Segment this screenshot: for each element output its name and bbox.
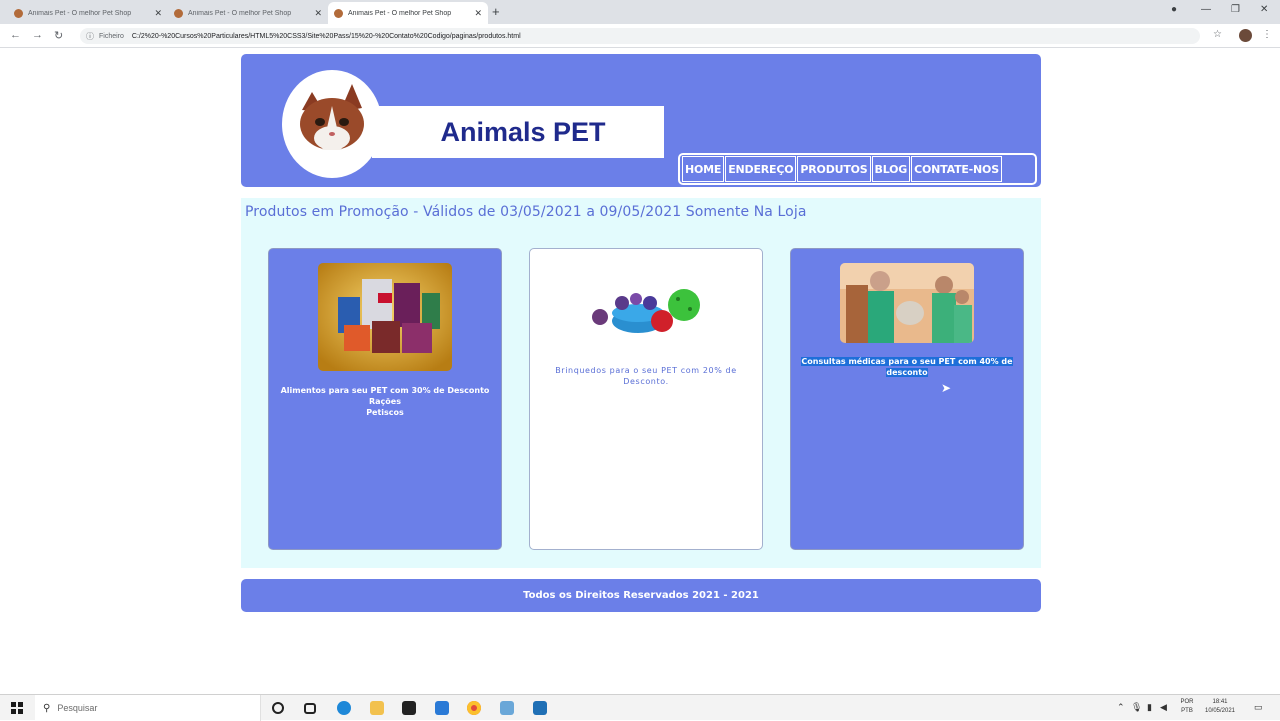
tab-title: Animais Pet - O melhor Pet Shop: [28, 9, 132, 17]
url-field[interactable]: ⓘ Ficheiro C:/2%20-%20Cursos%20Particula…: [80, 28, 1200, 44]
site-title-box: Animals PET: [372, 106, 664, 158]
language-indicator[interactable]: POR PTB: [1178, 698, 1196, 716]
file-explorer-icon[interactable]: [370, 701, 384, 715]
nav-produtos[interactable]: PRODUTOS: [797, 156, 871, 182]
pet-food-bags-image: [318, 263, 452, 371]
more-menu-icon[interactable]: ⋮: [1262, 29, 1272, 40]
tab-title: Animais Pet - O melhor Pet Shop: [348, 9, 452, 17]
task-view-icon[interactable]: [304, 703, 316, 714]
card-toys-line2: Desconto.: [623, 377, 669, 386]
windows-start-icon[interactable]: [11, 702, 23, 714]
products-section: Produtos em Promoção - Válidos de 03/05/…: [241, 198, 1041, 568]
selected-text: Consultas médicas para o seu PET com 40%…: [801, 357, 1013, 366]
site-title: Animals PET: [440, 116, 606, 147]
card-vet-text: Consultas médicas para o seu PET com 40%…: [795, 356, 1019, 378]
card-vet-line2: desconto: [795, 367, 1019, 378]
vscode-icon[interactable]: [533, 701, 547, 715]
nav-home[interactable]: HOME: [682, 156, 725, 182]
mail-icon[interactable]: [435, 701, 449, 715]
app-icon[interactable]: [500, 701, 514, 715]
forward-arrow-icon[interactable]: →: [32, 29, 43, 41]
close-window-icon[interactable]: ✕: [1260, 4, 1268, 15]
search-placeholder: Pesquisar: [57, 703, 98, 713]
tab-title: Animais Pet - O melhor Pet Shop: [188, 9, 292, 17]
cat-logo: [282, 70, 382, 178]
nav-endereco[interactable]: ENDEREÇO: [725, 156, 797, 182]
url-scheme: Ficheiro: [99, 32, 124, 40]
browser-tab-strip: Animais Pet - O melhor Pet Shop ✕ Animai…: [0, 0, 1280, 24]
clock-time: 18:41: [1212, 699, 1228, 705]
profile-avatar[interactable]: [1239, 29, 1252, 42]
close-tab-icon[interactable]: ✕: [474, 8, 482, 19]
network-icon[interactable]: ▮: [1147, 702, 1152, 713]
vet-clinic-image: [840, 263, 974, 343]
pet-toys-image: [580, 263, 712, 351]
card-toys-text: Brinquedos para o seu PET com 20% de Des…: [534, 365, 758, 387]
card-food-line2: Rações: [369, 397, 401, 406]
clock-date: 10/05/2021: [1204, 708, 1236, 714]
tray-chevron-icon[interactable]: ⌃: [1117, 702, 1125, 713]
mouse-cursor-icon: ➤: [941, 381, 952, 395]
browser-tab-1[interactable]: Animais Pet - O melhor Pet Shop ✕: [8, 2, 168, 24]
site-footer: Todos os Direitos Reservados 2021 - 2021: [241, 579, 1041, 612]
store-icon[interactable]: [402, 701, 416, 715]
footer-copyright: Todos os Direitos Reservados 2021 - 2021: [523, 590, 759, 601]
lang-line2: PTB: [1181, 708, 1193, 714]
volume-icon[interactable]: ◀: [1160, 702, 1167, 713]
back-arrow-icon[interactable]: ←: [10, 29, 21, 41]
account-circle-icon[interactable]: ●: [1171, 4, 1177, 15]
nav-blog[interactable]: BLOG: [871, 156, 911, 182]
product-card-toys: Brinquedos para o seu PET com 20% de Des…: [529, 248, 763, 550]
card-vet-line1: Consultas médicas para o seu PET com 40%…: [795, 356, 1019, 367]
search-icon: ⚲: [43, 702, 51, 714]
minimize-icon[interactable]: —: [1201, 4, 1211, 15]
nav-contate-nos[interactable]: CONTATE-NOS: [911, 156, 1002, 182]
close-tab-icon[interactable]: ✕: [314, 8, 322, 19]
microphone-icon[interactable]: 🎙: [1131, 702, 1142, 713]
windows-taskbar: ⚲ Pesquisar ⌃ 🎙 ▮ ◀ POR PTB 18:41 10/05/…: [0, 694, 1280, 721]
bookmark-star-icon[interactable]: ☆: [1213, 29, 1222, 40]
reload-icon[interactable]: ↻: [54, 29, 63, 42]
card-food-text: Alimentos para seu PET com 30% de Descon…: [273, 385, 497, 418]
notifications-icon[interactable]: ▭: [1254, 702, 1263, 713]
paw-favicon-icon: [14, 8, 23, 18]
card-food-line1: Alimentos para seu PET com 30% de Descon…: [280, 386, 490, 395]
product-card-food: Alimentos para seu PET com 30% de Descon…: [268, 248, 502, 550]
card-food-line3: Petiscos: [366, 408, 404, 417]
url-text: C:/2%20-%20Cursos%20Particulares/HTML5%2…: [131, 32, 521, 40]
cortana-icon[interactable]: [272, 702, 284, 714]
cat-face-icon: [300, 84, 364, 150]
main-navigation: HOME ENDEREÇO PRODUTOS BLOG CONTATE-NOS: [678, 153, 1037, 185]
new-tab-button[interactable]: +: [492, 4, 500, 19]
taskbar-search-field[interactable]: ⚲ Pesquisar: [35, 695, 261, 721]
lang-line1: POR: [1180, 699, 1194, 705]
close-tab-icon[interactable]: ✕: [154, 8, 162, 19]
selected-text: desconto: [886, 368, 928, 377]
browser-tab-2[interactable]: Animais Pet - O melhor Pet Shop ✕: [168, 2, 328, 24]
paw-favicon-icon: [334, 8, 343, 18]
chrome-icon[interactable]: [467, 701, 481, 715]
edge-browser-icon[interactable]: [337, 701, 351, 715]
address-bar-row: ← → ↻ ⓘ Ficheiro C:/2%20-%20Cursos%20Par…: [0, 24, 1280, 48]
maximize-icon[interactable]: ❐: [1231, 4, 1240, 15]
browser-tab-3-active[interactable]: Animais Pet - O melhor Pet Shop ✕: [328, 2, 488, 24]
promo-heading: Produtos em Promoção - Válidos de 03/05/…: [245, 204, 807, 220]
product-card-vet: Consultas médicas para o seu PET com 40%…: [790, 248, 1024, 550]
paw-favicon-icon: [174, 8, 183, 18]
card-toys-line1: Brinquedos para o seu PET com 20% de: [555, 366, 737, 375]
taskbar-clock[interactable]: 18:41 10/05/2021: [1197, 698, 1243, 716]
info-icon[interactable]: ⓘ: [86, 31, 94, 42]
